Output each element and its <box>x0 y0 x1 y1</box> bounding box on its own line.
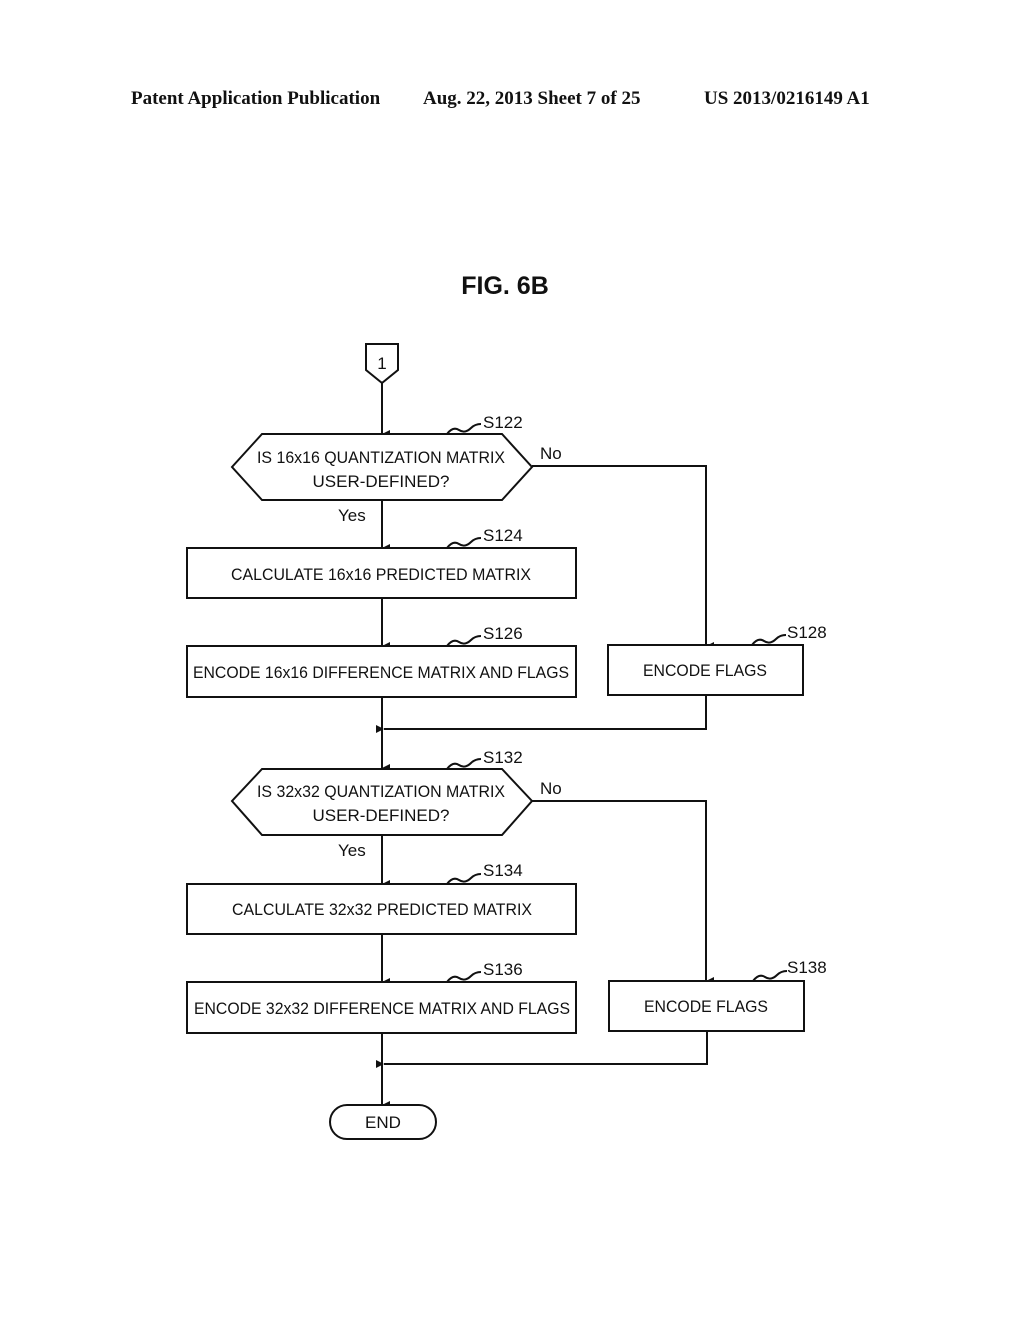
leader-squiggle <box>446 635 482 647</box>
process-text: CALCULATE 16x16 PREDICTED MATRIX <box>231 565 531 584</box>
leader-squiggle <box>752 970 788 982</box>
process-text: CALCULATE 32x32 PREDICTED MATRIX <box>232 900 532 919</box>
decision-text: IS 16x16 QUANTIZATION MATRIX <box>257 448 505 467</box>
flowchart: 1 S122 IS 16x16 QUANTIZATION MATRIX USER… <box>186 343 827 1140</box>
decision-text: IS 32x32 QUANTIZATION MATRIX <box>257 782 505 801</box>
step-label: S124 <box>483 526 523 545</box>
process-text: ENCODE 32x32 DIFFERENCE MATRIX AND FLAGS <box>194 999 570 1018</box>
process-text: ENCODE FLAGS <box>644 997 768 1016</box>
step-label: S128 <box>787 623 827 642</box>
step-label: S132 <box>483 748 523 767</box>
connector-label: 1 <box>377 354 386 373</box>
leader-squiggle <box>446 873 482 885</box>
process-text: ENCODE FLAGS <box>643 661 767 680</box>
branch-label-no: No <box>540 779 562 798</box>
decision-s132-shape <box>230 768 534 836</box>
leader-squiggle <box>446 423 482 435</box>
leader-squiggle <box>446 971 482 983</box>
step-label: S136 <box>483 960 523 979</box>
leader-squiggle <box>751 634 787 646</box>
branch-label-yes: Yes <box>338 506 366 525</box>
decision-text: USER-DEFINED? <box>313 472 450 491</box>
flow-merge-arrow <box>376 1031 708 1068</box>
step-label: S122 <box>483 413 523 432</box>
process-text: ENCODE 16x16 DIFFERENCE MATRIX AND FLAGS <box>193 663 569 682</box>
step-label: S138 <box>787 958 827 977</box>
terminal-end-label: END <box>365 1113 401 1132</box>
branch-label-no: No <box>540 444 562 463</box>
flow-merge-arrow <box>376 695 707 733</box>
leader-squiggle <box>446 537 482 549</box>
decision-text: USER-DEFINED? <box>313 806 450 825</box>
step-label: S134 <box>483 861 523 880</box>
leader-squiggle <box>446 758 482 770</box>
branch-label-yes: Yes <box>338 841 366 860</box>
step-label: S126 <box>483 624 523 643</box>
